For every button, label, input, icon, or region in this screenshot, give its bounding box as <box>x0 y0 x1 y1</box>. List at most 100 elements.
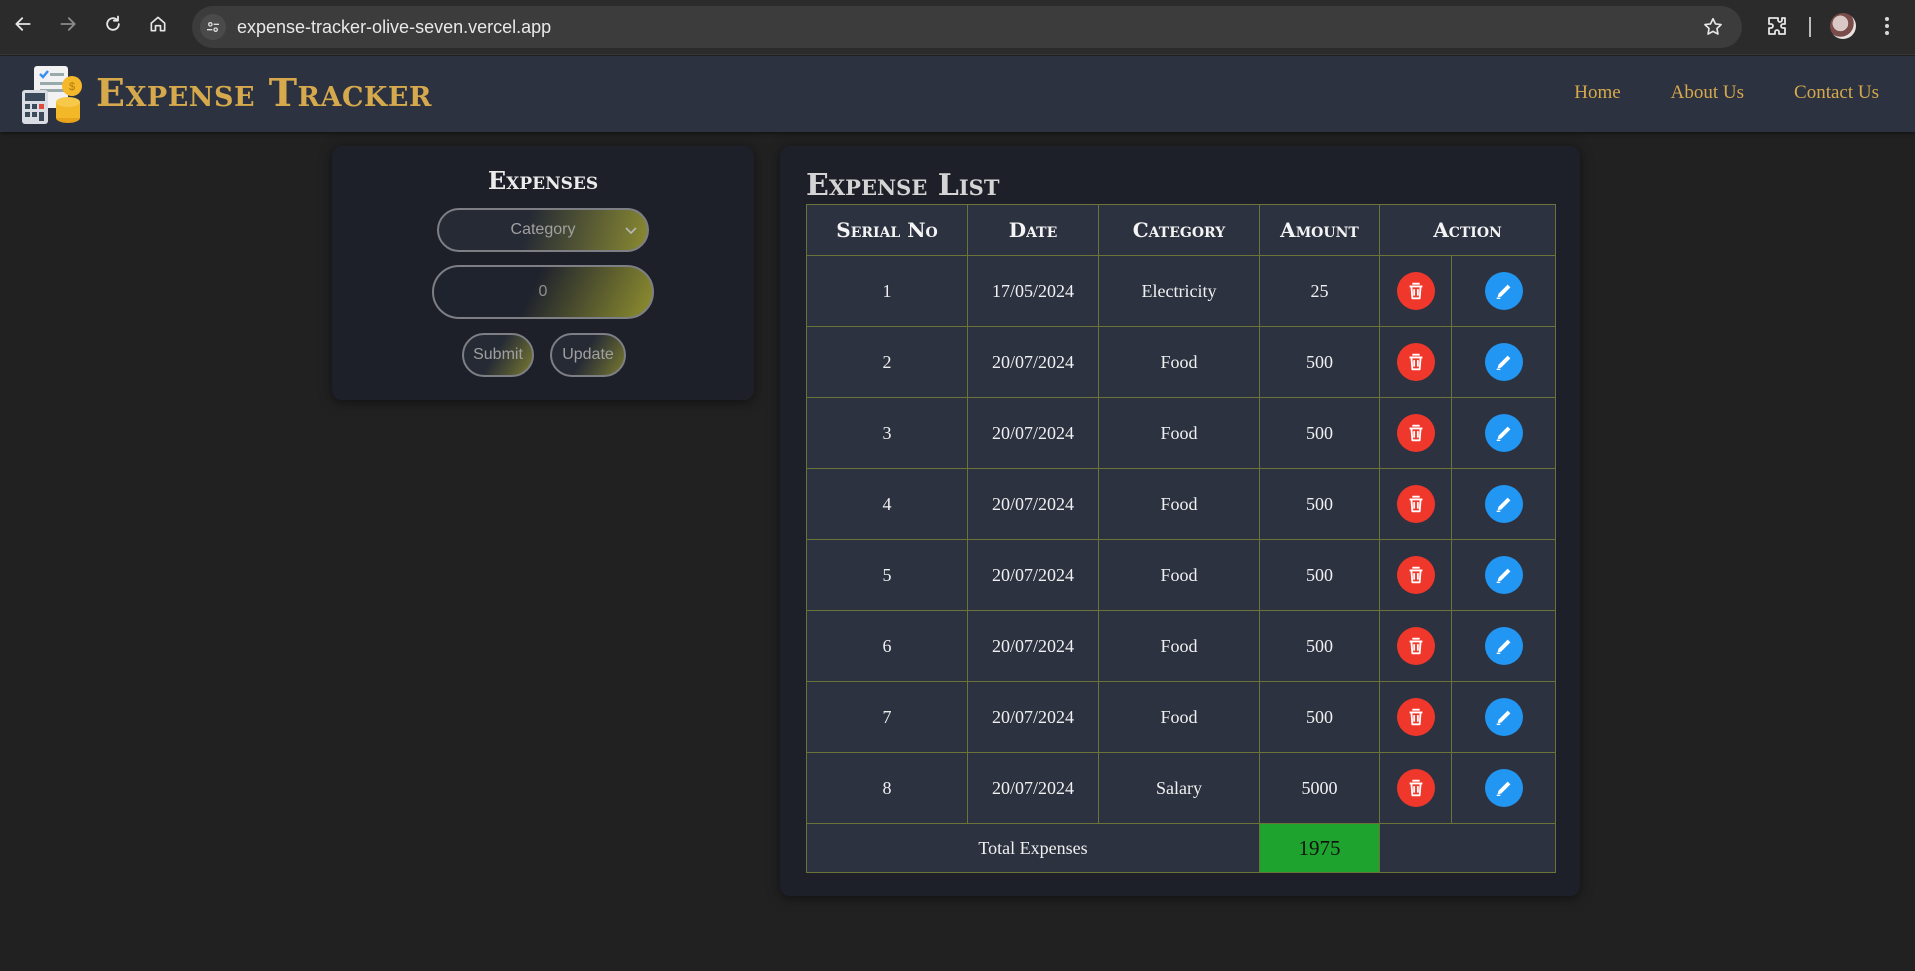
column-header-action: Action <box>1379 204 1556 256</box>
cell-serial: 5 <box>806 539 968 611</box>
cell-edit <box>1451 468 1556 540</box>
cell-delete <box>1379 681 1452 753</box>
delete-button[interactable] <box>1396 414 1435 452</box>
cell-category: Food <box>1098 681 1260 753</box>
pencil-icon <box>1493 564 1515 586</box>
cell-serial: 7 <box>806 681 968 753</box>
nav-about-link[interactable]: About Us <box>1671 82 1744 104</box>
table-row: 5 20/07/2024 Food 500 <box>806 539 1556 611</box>
brand-title[interactable]: Expense Tracker <box>96 70 432 115</box>
update-button[interactable]: Update <box>550 333 626 377</box>
pencil-icon <box>1493 280 1515 302</box>
delete-button[interactable] <box>1396 272 1435 310</box>
form-title: Expenses <box>487 166 599 195</box>
expense-table: Serial No Date Category Amount Action 11… <box>806 204 1556 873</box>
tune-icon[interactable] <box>200 14 226 40</box>
cell-serial: 8 <box>806 752 968 824</box>
cell-category: Salary <box>1098 752 1260 824</box>
reload-icon[interactable] <box>100 11 126 37</box>
nav-home-link[interactable]: Home <box>1574 82 1620 104</box>
cell-edit <box>1451 681 1556 753</box>
cell-delete <box>1379 468 1452 540</box>
table-row: 8 20/07/2024 Salary 5000 <box>806 752 1556 824</box>
trash-icon <box>1405 706 1427 728</box>
cell-delete <box>1379 326 1452 398</box>
cell-edit <box>1451 752 1556 824</box>
delete-button[interactable] <box>1396 343 1435 381</box>
cell-date: 20/07/2024 <box>967 752 1099 824</box>
address-bar[interactable]: expense-tracker-olive-seven.vercel.app <box>192 6 1742 48</box>
edit-button[interactable] <box>1484 343 1523 381</box>
trash-icon <box>1405 280 1427 302</box>
browser-toolbar: expense-tracker-olive-seven.vercel.app <box>0 0 1915 55</box>
avatar[interactable] <box>1830 13 1856 39</box>
trash-icon <box>1405 635 1427 657</box>
cell-category: Food <box>1098 610 1260 682</box>
delete-button[interactable] <box>1396 485 1435 523</box>
cell-serial: 3 <box>806 397 968 469</box>
cell-serial: 2 <box>806 326 968 398</box>
table-row: 4 20/07/2024 Food 500 <box>806 468 1556 540</box>
edit-button[interactable] <box>1484 414 1523 452</box>
edit-button[interactable] <box>1484 698 1523 736</box>
chevron-down-icon <box>625 227 637 235</box>
table-header-row: Serial No Date Category Amount Action <box>806 204 1556 256</box>
cell-edit <box>1451 610 1556 682</box>
delete-button[interactable] <box>1396 769 1435 807</box>
column-header-category: Category <box>1098 204 1260 256</box>
trash-icon <box>1405 493 1427 515</box>
list-title: Expense List <box>806 168 1000 203</box>
cell-amount: 500 <box>1259 539 1380 611</box>
cell-edit <box>1451 326 1556 398</box>
cell-category: Food <box>1098 397 1260 469</box>
star-icon[interactable] <box>1702 16 1724 38</box>
table-row: 1 17/05/2024 Electricity 25 <box>806 255 1556 327</box>
cell-date: 20/07/2024 <box>967 397 1099 469</box>
cell-date: 20/07/2024 <box>967 468 1099 540</box>
app-header: $ Expense Tracker Home About Us Contact … <box>0 56 1915 132</box>
kebab-menu-icon[interactable] <box>1876 14 1898 38</box>
total-value: 1975 <box>1259 823 1380 873</box>
pencil-icon <box>1493 777 1515 799</box>
table-row: 2 20/07/2024 Food 500 <box>806 326 1556 398</box>
column-header-serial: Serial No <box>806 204 968 256</box>
edit-button[interactable] <box>1484 272 1523 310</box>
pencil-icon <box>1493 422 1515 444</box>
delete-button[interactable] <box>1396 556 1435 594</box>
expense-form-card: Expenses Category 0 Submit Update <box>332 146 754 400</box>
cell-delete <box>1379 255 1452 327</box>
home-icon[interactable] <box>145 11 171 37</box>
back-icon[interactable] <box>10 11 36 37</box>
nav-contact-link[interactable]: Contact Us <box>1794 82 1879 104</box>
puzzle-icon[interactable] <box>1765 14 1789 38</box>
category-select-placeholder: Category <box>510 221 576 238</box>
edit-button[interactable] <box>1484 769 1523 807</box>
cell-delete <box>1379 397 1452 469</box>
cell-date: 17/05/2024 <box>967 255 1099 327</box>
cell-category: Electricity <box>1098 255 1260 327</box>
cell-edit <box>1451 397 1556 469</box>
url-text[interactable]: expense-tracker-olive-seven.vercel.app <box>237 17 551 38</box>
total-label: Total Expenses <box>806 823 1260 873</box>
edit-button[interactable] <box>1484 556 1523 594</box>
edit-button[interactable] <box>1484 485 1523 523</box>
cell-edit <box>1451 539 1556 611</box>
trash-icon <box>1405 351 1427 373</box>
cell-delete <box>1379 539 1452 611</box>
amount-input[interactable]: 0 <box>432 265 654 319</box>
submit-button[interactable]: Submit <box>462 333 534 377</box>
trash-icon <box>1405 564 1427 586</box>
category-select[interactable]: Category <box>437 208 649 252</box>
cell-amount: 500 <box>1259 681 1380 753</box>
forward-icon[interactable] <box>55 11 81 37</box>
column-header-date: Date <box>967 204 1099 256</box>
delete-button[interactable] <box>1396 698 1435 736</box>
cell-edit <box>1451 255 1556 327</box>
edit-button[interactable] <box>1484 627 1523 665</box>
cell-date: 20/07/2024 <box>967 681 1099 753</box>
cell-delete <box>1379 752 1452 824</box>
delete-button[interactable] <box>1396 627 1435 665</box>
cell-amount: 5000 <box>1259 752 1380 824</box>
table-row: 6 20/07/2024 Food 500 <box>806 610 1556 682</box>
cell-amount: 500 <box>1259 397 1380 469</box>
